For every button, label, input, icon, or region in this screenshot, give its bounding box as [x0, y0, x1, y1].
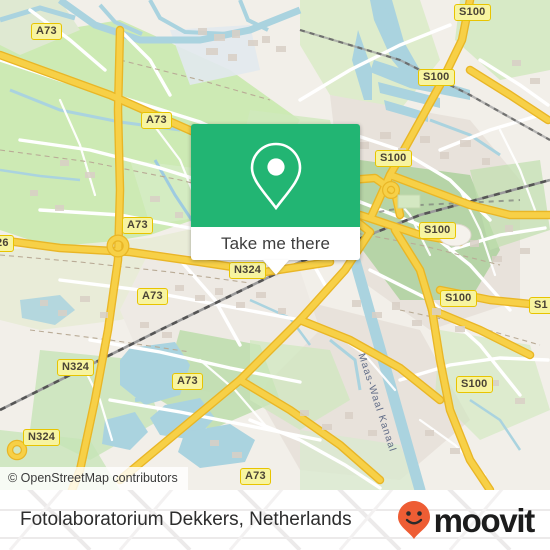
- take-me-there-button[interactable]: Take me there: [191, 227, 360, 260]
- shield-a73: A73: [31, 23, 62, 40]
- moovit-wordmark: moovit: [433, 501, 536, 539]
- shield-n324: N324: [57, 359, 95, 376]
- shield-n324: N324: [23, 429, 61, 446]
- shield-a73: A73: [172, 373, 203, 390]
- shield-s100: S100: [440, 290, 477, 307]
- footer-bar: Fotolaboratorium Dekkers, Netherlands mo…: [0, 490, 550, 550]
- shield-s100: S100: [454, 4, 491, 21]
- moovit-brand[interactable]: moovit: [397, 490, 536, 550]
- shield-s100: S100: [418, 69, 455, 86]
- shield-n326-clipped: 26: [0, 235, 14, 252]
- shield-n324: N324: [229, 262, 267, 279]
- shield-s100: S100: [419, 222, 456, 239]
- map-viewport[interactable]: Maas-Waal Kanaal A73 A73 A73 A73 N324 N3…: [0, 0, 550, 490]
- shield-s100-clipped: S1: [529, 297, 550, 314]
- location-pin-icon: [250, 142, 301, 210]
- shield-s100: S100: [375, 150, 412, 167]
- map-attribution[interactable]: © OpenStreetMap contributors: [0, 467, 188, 490]
- callout-pointer-tail: [262, 260, 289, 275]
- place-title: Fotolaboratorium Dekkers, Netherlands: [20, 509, 352, 530]
- shield-a73: A73: [240, 468, 271, 485]
- callout-image-panel: [191, 124, 360, 227]
- place-callout-card[interactable]: Take me there: [191, 124, 360, 275]
- moovit-map-screenshot: Maas-Waal Kanaal A73 A73 A73 A73 N324 N3…: [0, 0, 550, 550]
- shield-a73: A73: [122, 217, 153, 234]
- shield-s100: S100: [456, 376, 493, 393]
- shield-a73: A73: [137, 288, 168, 305]
- take-me-there-label: Take me there: [220, 233, 331, 253]
- shield-a73: A73: [141, 112, 172, 129]
- moovit-smiling-pin-icon: [397, 501, 430, 539]
